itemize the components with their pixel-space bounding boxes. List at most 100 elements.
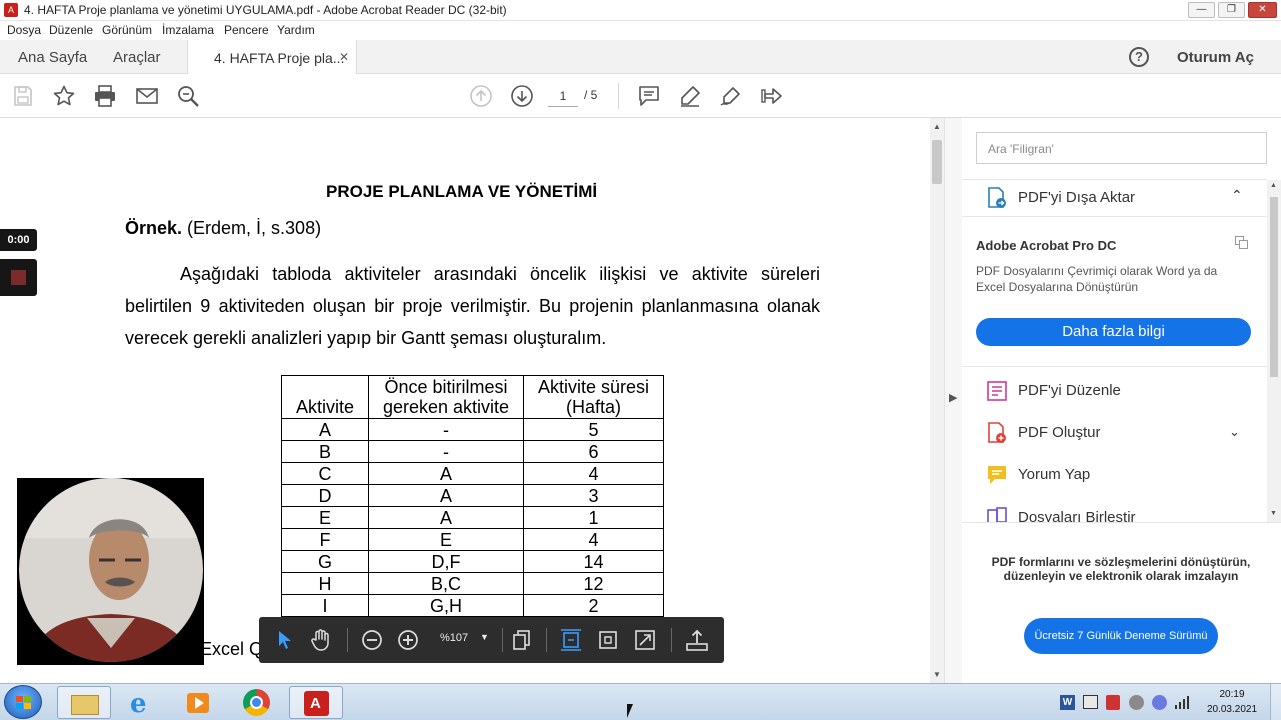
tool-combine-files[interactable]: Dosyaları Birleştir — [1018, 509, 1136, 522]
copy-icon[interactable] — [1235, 236, 1249, 250]
select-cursor-icon[interactable] — [273, 628, 297, 652]
word-tray-icon[interactable]: W — [1060, 695, 1075, 710]
bookmark-star-icon[interactable] — [52, 84, 76, 108]
more-info-button[interactable]: Daha fazla bilgi — [976, 318, 1251, 346]
fit-page-icon[interactable] — [559, 628, 583, 652]
float-divider — [347, 628, 348, 652]
tab-tools[interactable]: Araçlar — [113, 49, 161, 66]
menu-item-yardim[interactable]: Yardım — [277, 23, 315, 37]
network-tray-icon[interactable] — [1129, 695, 1144, 710]
scroll-up-arrow-icon[interactable]: ▲ — [933, 122, 941, 131]
table-row: DA3 — [281, 484, 664, 507]
acrobat-app-icon: A — [4, 3, 18, 17]
export-icon[interactable] — [685, 628, 709, 652]
clock-time[interactable]: 20:19 — [1202, 689, 1262, 700]
share-icon[interactable] — [760, 84, 784, 108]
zoom-out-icon[interactable] — [360, 628, 384, 652]
page-up-icon[interactable] — [469, 84, 493, 108]
security-tray-icon[interactable] — [1106, 695, 1120, 710]
free-trial-button[interactable]: Ücretsiz 7 Günlük Deneme Sürümü — [1024, 618, 1218, 654]
panel-scrollbar-thumb[interactable] — [1270, 197, 1278, 377]
table-cell: 5 — [523, 418, 664, 441]
clock-date[interactable]: 20.03.2021 — [1202, 704, 1262, 715]
table-cell: D,F — [368, 550, 524, 573]
display-tray-icon[interactable] — [1083, 695, 1098, 709]
save-icon[interactable] — [11, 84, 35, 108]
document-scrollbar[interactable]: ▲ ▼ — [930, 118, 944, 683]
page-down-icon[interactable] — [510, 84, 534, 108]
expand-chevron-icon[interactable]: ⌄ — [1229, 424, 1240, 440]
chrome-icon[interactable] — [229, 686, 283, 719]
export-pdf-label[interactable]: PDF'yi Dışa Aktar — [1018, 189, 1135, 206]
table-row: G D,F 14 — [281, 550, 664, 573]
maximize-button[interactable]: ❐ — [1218, 2, 1245, 18]
tab-close-icon[interactable]: ✕ — [339, 50, 349, 64]
tool-comment[interactable]: Yorum Yap — [1018, 466, 1090, 483]
table-cell: E — [281, 506, 369, 529]
table-cell: H — [281, 572, 369, 595]
settings-tray-icon[interactable] — [1152, 695, 1167, 710]
promo-title: Adobe Acrobat Pro DC — [976, 238, 1117, 253]
create-pdf-icon — [988, 422, 1006, 443]
scrollbar-thumb[interactable] — [932, 140, 942, 184]
start-orb-icon[interactable] — [4, 685, 42, 719]
zoom-dropdown-icon[interactable]: ▼ — [480, 632, 489, 642]
table-row: H B,C 12 — [281, 572, 664, 595]
expand-panel-arrow-icon[interactable]: ▶ — [949, 391, 957, 404]
sign-in-link[interactable]: Oturum Aç — [1177, 49, 1254, 66]
signal-tray-icon[interactable] — [1175, 696, 1190, 709]
print-icon[interactable] — [93, 84, 117, 108]
highlight-pen-icon[interactable] — [678, 84, 702, 108]
tool-search-input[interactable]: Ara 'Filigran' — [976, 132, 1267, 164]
internet-explorer-icon[interactable]: e — [116, 686, 170, 719]
acrobat-reader-taskbar-icon[interactable]: A — [289, 686, 343, 719]
fullscreen-icon[interactable] — [633, 628, 657, 652]
trial-promo-text: PDF formlarını ve sözleşmelerini dönüştü… — [991, 555, 1251, 583]
panel-scrollbar[interactable]: ▲ ▼ — [1267, 180, 1281, 522]
tab-home[interactable]: Ana Sayfa — [18, 49, 87, 66]
tool-create-pdf[interactable]: PDF Oluştur — [1018, 424, 1101, 441]
column-header-duration: Aktivite süresi (Hafta) — [523, 375, 664, 419]
panel-collapse-strip[interactable]: ▶ — [944, 118, 962, 683]
menu-item-gorunum[interactable]: Görünüm — [102, 23, 152, 37]
record-stop-button[interactable] — [0, 259, 37, 296]
media-player-icon[interactable] — [171, 686, 225, 719]
paragraph-line-2: belirtilen 9 aktiviteden oluşan bir proj… — [125, 296, 820, 316]
file-explorer-icon[interactable] — [57, 686, 111, 719]
collapse-chevron-icon[interactable]: ⌃ — [1231, 187, 1243, 204]
table-cell: A — [368, 484, 524, 507]
menu-item-imzalama[interactable]: İmzalama — [162, 23, 214, 37]
table-row: EA1 — [281, 506, 664, 529]
hand-pan-icon[interactable] — [309, 628, 333, 652]
page-number-input[interactable]: 1 — [548, 85, 578, 107]
page-view-icon[interactable] — [510, 628, 534, 652]
table-cell: 1 — [523, 506, 664, 529]
rotate-icon[interactable] — [596, 628, 620, 652]
help-icon[interactable]: ? — [1129, 47, 1149, 67]
partial-document-text: Excel Q — [200, 639, 264, 659]
minimize-button[interactable]: — — [1188, 2, 1215, 18]
show-desktop-button[interactable] — [1270, 684, 1281, 720]
scroll-down-arrow-icon[interactable]: ▼ — [933, 670, 941, 679]
zoom-level-value[interactable]: %107 — [440, 632, 468, 644]
acrobat-glyph: A — [310, 695, 321, 712]
zoom-in-icon[interactable] — [396, 628, 420, 652]
tab-document[interactable]: 4. HAFTA Proje pla... ✕ — [187, 40, 357, 74]
email-icon[interactable] — [135, 84, 159, 108]
menu-item-pencere[interactable]: Pencere — [224, 23, 269, 37]
table-cell: G,H — [368, 594, 524, 617]
zoom-search-icon[interactable] — [176, 84, 200, 108]
panel-scroll-up-icon[interactable]: ▲ — [1270, 182, 1277, 189]
menu-item-duzenle[interactable]: Düzenle — [49, 23, 93, 37]
menu-item-dosya[interactable]: Dosya — [7, 23, 41, 37]
sign-icon[interactable] — [719, 84, 743, 108]
panel-scroll-down-icon[interactable]: ▼ — [1270, 510, 1277, 517]
table-cell: B — [281, 440, 369, 463]
comment-icon[interactable] — [637, 84, 661, 108]
table-cell: I — [281, 594, 369, 617]
table-cell: 3 — [523, 484, 664, 507]
table-cell: 14 — [523, 550, 664, 573]
close-window-button[interactable]: ✕ — [1248, 2, 1277, 18]
tool-edit-pdf[interactable]: PDF'yi Düzenle — [1018, 382, 1121, 399]
menu-bar: Dosya Düzenle Görünüm İmzalama Pencere Y… — [0, 21, 1281, 40]
